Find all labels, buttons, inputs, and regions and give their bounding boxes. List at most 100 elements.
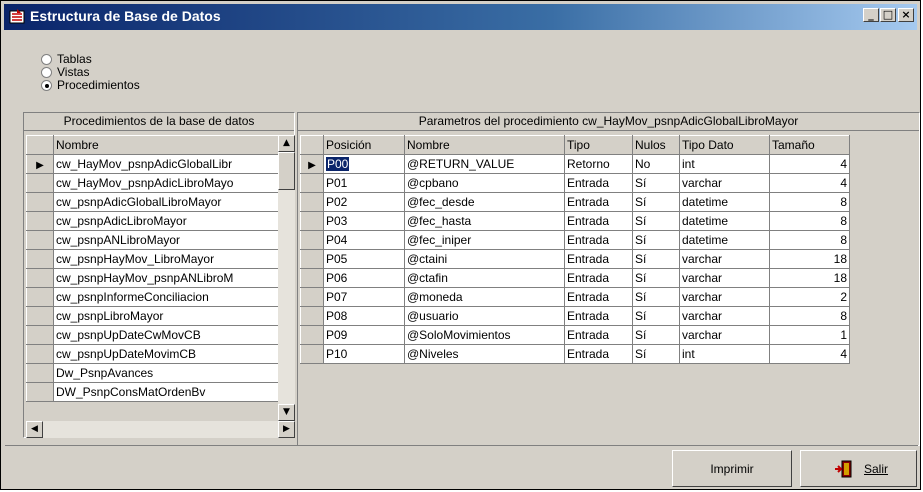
nombre-cell[interactable]: @ctaini (404, 249, 565, 269)
posicion-cell[interactable]: P09 (323, 325, 405, 345)
tamano-cell[interactable]: 4 (769, 154, 850, 174)
tamano-cell[interactable]: 8 (769, 230, 850, 250)
procedure-name-cell[interactable]: cw_psnpANLibroMayor (53, 230, 279, 250)
procedure-name-cell[interactable]: cw_psnpInformeConciliacion (53, 287, 279, 307)
current-row-pointer-icon[interactable]: ▶ (300, 154, 324, 174)
procedure-row[interactable]: cw_psnpLibroMayor (26, 306, 279, 326)
row-indicator[interactable] (26, 363, 54, 383)
posicion-cell[interactable]: P06 (323, 268, 405, 288)
procedure-name-cell[interactable]: cw_psnpHayMov_LibroMayor (53, 249, 279, 269)
print-button[interactable]: Imprimir (672, 450, 792, 487)
row-indicator[interactable] (26, 344, 54, 364)
parameter-row[interactable]: P06 @ctafin Entrada Sí varchar 18 (300, 268, 850, 288)
row-indicator[interactable] (300, 325, 324, 345)
row-indicator[interactable] (300, 173, 324, 193)
procedure-name-cell[interactable]: cw_psnpLibroMayor (53, 306, 279, 326)
nombre-cell[interactable]: @RETURN_VALUE (404, 154, 565, 174)
procedure-name-cell[interactable]: DW_PsnpConsMatOrdenBv (53, 382, 279, 402)
procedure-row[interactable]: cw_HayMov_psnpAdicLibroMayo (26, 173, 279, 193)
row-indicator[interactable] (300, 230, 324, 250)
tamano-cell[interactable]: 2 (769, 287, 850, 307)
nulos-cell[interactable]: Sí (632, 287, 680, 307)
posicion-cell[interactable]: P01 (323, 173, 405, 193)
tamano-cell[interactable]: 4 (769, 173, 850, 193)
tipo-cell[interactable]: Entrada (564, 192, 633, 212)
nulos-cell[interactable]: Sí (632, 344, 680, 364)
procedure-row[interactable]: cw_psnpHayMov_LibroMayor (26, 249, 279, 269)
parameter-row[interactable]: P01 @cpbano Entrada Sí varchar 4 (300, 173, 850, 193)
procedure-row[interactable]: ▶ cw_HayMov_psnpAdicGlobalLibr (26, 154, 279, 174)
tipo-dato-cell[interactable]: int (679, 154, 770, 174)
row-indicator[interactable] (26, 230, 54, 250)
nombre-cell[interactable]: @moneda (404, 287, 565, 307)
tipo-cell[interactable]: Entrada (564, 325, 633, 345)
nulos-cell[interactable]: Sí (632, 211, 680, 231)
tipo-dato-cell[interactable]: varchar (679, 325, 770, 345)
row-indicator[interactable] (300, 287, 324, 307)
procedure-name-cell[interactable]: cw_psnpAdicLibroMayor (53, 211, 279, 231)
row-indicator[interactable] (300, 344, 324, 364)
row-indicator[interactable] (300, 211, 324, 231)
maximize-button[interactable]: □ (880, 8, 896, 22)
row-indicator[interactable] (300, 249, 324, 269)
tamano-cell[interactable]: 8 (769, 306, 850, 326)
nulos-cell[interactable]: Sí (632, 173, 680, 193)
procedure-name-cell[interactable]: cw_psnpUpDateMovimCB (53, 344, 279, 364)
procedure-name-cell[interactable]: cw_psnpHayMov_psnpANLibroM (53, 268, 279, 288)
procedure-name-cell[interactable]: cw_psnpUpDateCwMovCB (53, 325, 279, 345)
tamano-cell[interactable]: 8 (769, 211, 850, 231)
procedure-row[interactable]: cw_psnpHayMov_psnpANLibroM (26, 268, 279, 288)
tipo-dato-cell[interactable]: varchar (679, 287, 770, 307)
nombre-cell[interactable]: @fec_desde (404, 192, 565, 212)
nombre-cell[interactable]: @ctafin (404, 268, 565, 288)
tipo-cell[interactable]: Entrada (564, 211, 633, 231)
row-indicator[interactable] (26, 306, 54, 326)
scroll-up-icon[interactable]: ▲ (278, 135, 295, 152)
scroll-right-icon[interactable]: ▶ (278, 421, 295, 438)
row-indicator[interactable] (26, 287, 54, 307)
nombre-cell[interactable]: @cpbano (404, 173, 565, 193)
procedure-row[interactable]: cw_psnpAdicGlobalLibroMayor (26, 192, 279, 212)
column-header-tipo-dato[interactable]: Tipo Dato (679, 135, 770, 155)
tipo-cell[interactable]: Entrada (564, 287, 633, 307)
procedure-row[interactable]: cw_psnpANLibroMayor (26, 230, 279, 250)
exit-button[interactable]: Salir (800, 450, 917, 487)
tamano-cell[interactable]: 4 (769, 344, 850, 364)
nulos-cell[interactable]: Sí (632, 249, 680, 269)
title-bar[interactable]: Estructura de Base de Datos _ □ × (4, 4, 917, 30)
posicion-cell[interactable]: P07 (323, 287, 405, 307)
tamano-cell[interactable]: 8 (769, 192, 850, 212)
nombre-cell[interactable]: @usuario (404, 306, 565, 326)
tipo-dato-cell[interactable]: varchar (679, 173, 770, 193)
procedure-row[interactable]: cw_psnpUpDateMovimCB (26, 344, 279, 364)
procedure-row[interactable]: cw_psnpInformeConciliacion (26, 287, 279, 307)
nulos-cell[interactable]: Sí (632, 230, 680, 250)
nulos-cell[interactable]: Sí (632, 306, 680, 326)
tipo-dato-cell[interactable]: datetime (679, 211, 770, 231)
column-header-tamano[interactable]: Tamaño (769, 135, 850, 155)
row-indicator[interactable] (26, 382, 54, 402)
minimize-button[interactable]: _ (863, 8, 879, 22)
tipo-cell[interactable]: Retorno (564, 154, 633, 174)
procedure-name-cell[interactable]: Dw_PsnpAvances (53, 363, 279, 383)
tipo-dato-cell[interactable]: datetime (679, 192, 770, 212)
tipo-dato-cell[interactable]: varchar (679, 306, 770, 326)
row-indicator[interactable] (26, 325, 54, 345)
nombre-cell[interactable]: @Niveles (404, 344, 565, 364)
tipo-cell[interactable]: Entrada (564, 306, 633, 326)
posicion-cell[interactable]: P08 (323, 306, 405, 326)
nulos-cell[interactable]: Sí (632, 268, 680, 288)
procedures-horizontal-scrollbar[interactable]: ◀ ▶ (26, 421, 295, 438)
nulos-cell[interactable]: Sí (632, 192, 680, 212)
tamano-cell[interactable]: 18 (769, 268, 850, 288)
procedures-vertical-scrollbar[interactable]: ▲ ▼ (278, 135, 295, 421)
procedure-row[interactable]: cw_psnpAdicLibroMayor (26, 211, 279, 231)
tipo-dato-cell[interactable]: int (679, 344, 770, 364)
nulos-cell[interactable]: Sí (632, 325, 680, 345)
procedure-row[interactable]: Dw_PsnpAvances (26, 363, 279, 383)
row-indicator[interactable] (26, 211, 54, 231)
row-indicator[interactable] (300, 192, 324, 212)
column-header-tipo[interactable]: Tipo (564, 135, 633, 155)
nombre-cell[interactable]: @SoloMovimientos (404, 325, 565, 345)
column-header-nulos[interactable]: Nulos (632, 135, 680, 155)
